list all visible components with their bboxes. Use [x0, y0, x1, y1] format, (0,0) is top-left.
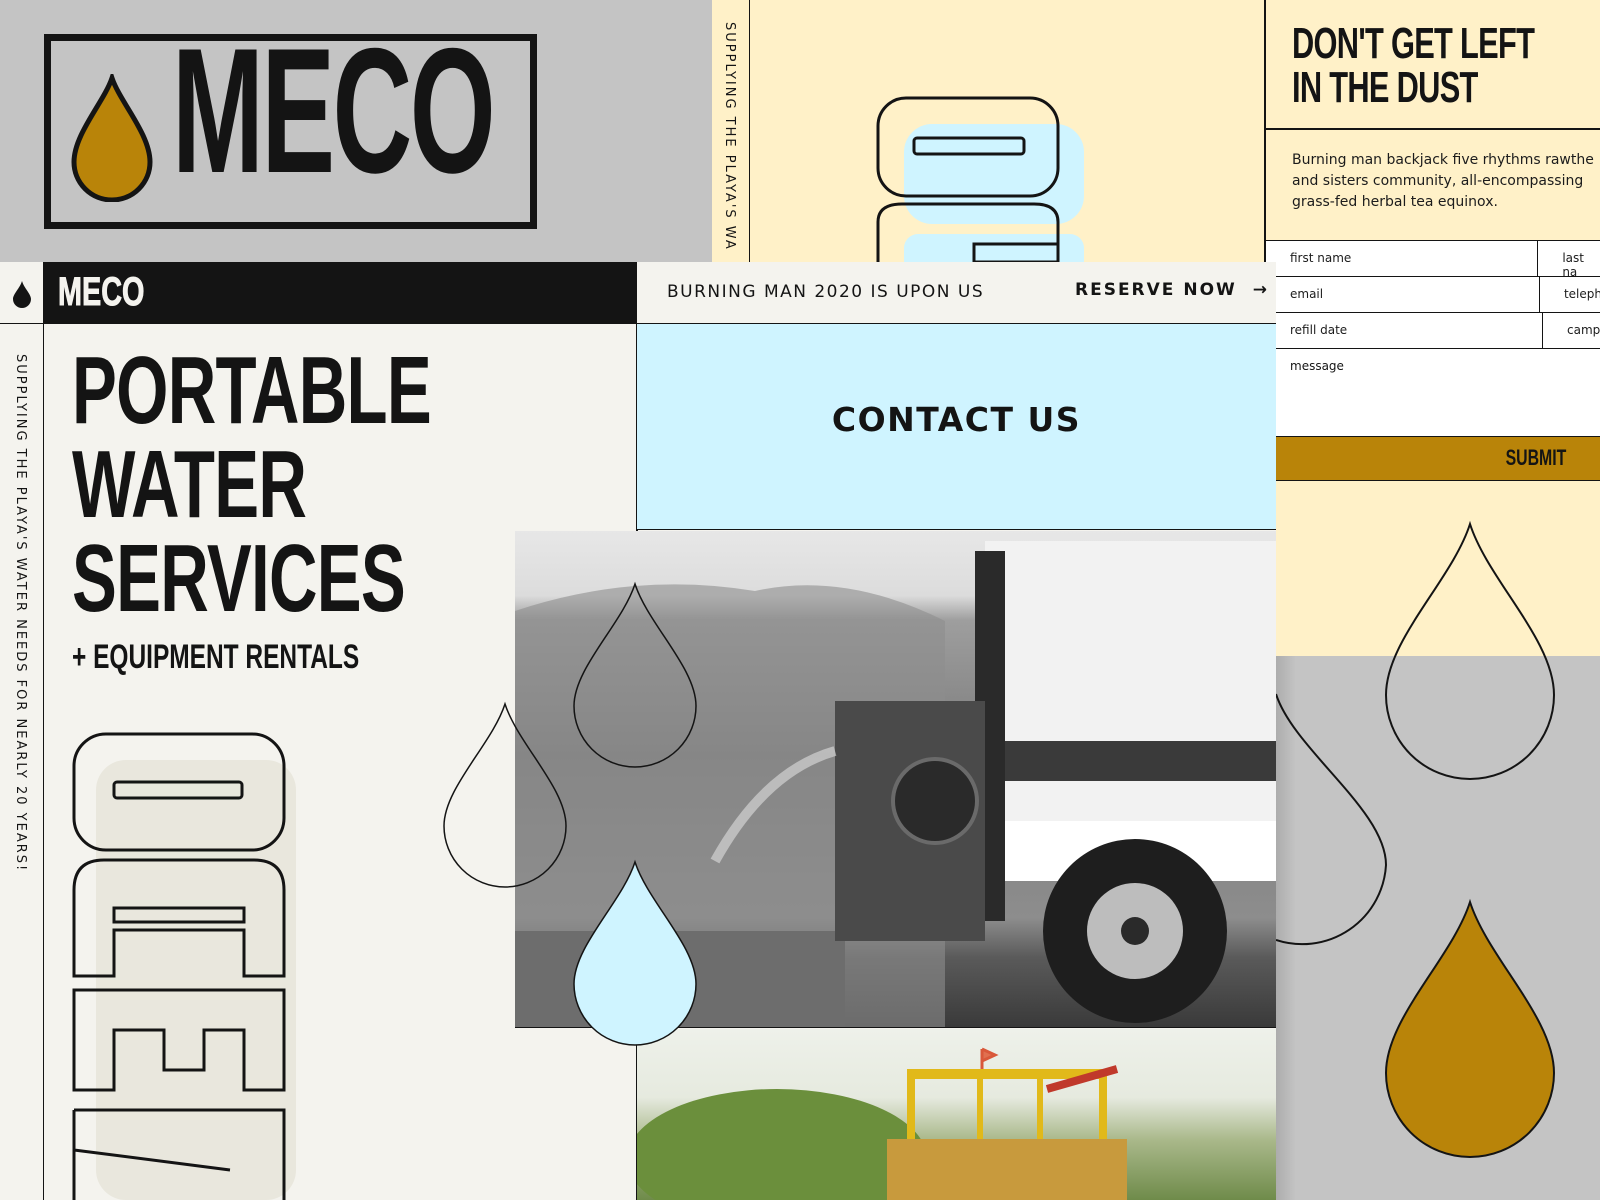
reserve-now-label: RESERVE NOW	[1075, 280, 1237, 300]
camp-field[interactable]: camp	[1543, 313, 1600, 348]
contact-heading[interactable]: CONTACT US	[637, 400, 1276, 439]
arrow-right-icon: →	[1252, 280, 1269, 300]
water-drop-icon	[1384, 520, 1556, 780]
hero-title-line-3: SERVICES	[72, 525, 406, 632]
water-drop-icon	[573, 581, 697, 768]
water-drop-icon	[71, 74, 153, 202]
message-field[interactable]: message	[1266, 349, 1600, 437]
form-title: DON'T GET LEFT IN THE DUST	[1292, 19, 1535, 112]
form-row: first name last na	[1266, 241, 1600, 279]
yellow-card-side-rail: SUPPLYING THE PLAYA'S WA	[712, 0, 750, 262]
last-name-field[interactable]: last na	[1538, 241, 1600, 279]
nav-logo[interactable]: MECO	[58, 270, 145, 315]
form-row: email teleph	[1266, 277, 1600, 313]
left-rail: SUPPLYING THE PLAYA'S WATER NEEDS FOR NE…	[0, 324, 44, 1200]
hero-title: PORTABLE WATER SERVICES	[72, 337, 432, 632]
water-drop-icon	[573, 859, 697, 1046]
side-tagline-top: SUPPLYING THE PLAYA'S WA	[722, 22, 737, 251]
first-name-field[interactable]: first name	[1266, 241, 1539, 276]
divider	[1266, 128, 1600, 130]
logo-wordmark: MECO	[172, 11, 496, 210]
meco-vertical-graphic	[72, 732, 296, 1200]
yellow-truck-illustration	[637, 1047, 1127, 1200]
form-title-line-2: IN THE DUST	[1292, 63, 1478, 112]
submit-label: SUBMIT	[1505, 445, 1566, 470]
form-intro: Burning man backjack five rhythms rawthe…	[1292, 152, 1594, 210]
form-row: refill date camp	[1266, 313, 1600, 349]
announcement-text: BURNING MAN 2020 IS UPON US	[667, 282, 985, 302]
contact-form: first name last na email teleph refill d…	[1266, 240, 1600, 481]
submit-button[interactable]: SUBMIT	[1266, 437, 1600, 481]
nav-drop-cell[interactable]	[0, 262, 44, 324]
hero-subtitle: + EQUIPMENT RENTALS	[72, 638, 360, 676]
yellow-truck-photo	[637, 1029, 1276, 1200]
reserve-now-link[interactable]: RESERVE NOW →	[1075, 280, 1269, 300]
page-shadow	[1276, 656, 1296, 1200]
water-drop-icon	[13, 281, 31, 308]
email-field[interactable]: email	[1266, 277, 1540, 312]
side-tagline: SUPPLYING THE PLAYA'S WATER NEEDS FOR NE…	[13, 354, 28, 873]
telephone-field[interactable]: teleph	[1540, 277, 1600, 312]
water-drop-icon	[1384, 898, 1556, 1158]
water-drop-icon	[443, 701, 567, 888]
yellow-preview-card	[712, 0, 1264, 262]
refill-date-field[interactable]: refill date	[1266, 313, 1543, 348]
form-title-line-1: DON'T GET LEFT	[1292, 19, 1535, 68]
hero-title-line-1: PORTABLE	[72, 337, 432, 444]
meco-outline-graphic	[876, 96, 1084, 262]
hero-title-line-2: WATER	[72, 431, 307, 538]
